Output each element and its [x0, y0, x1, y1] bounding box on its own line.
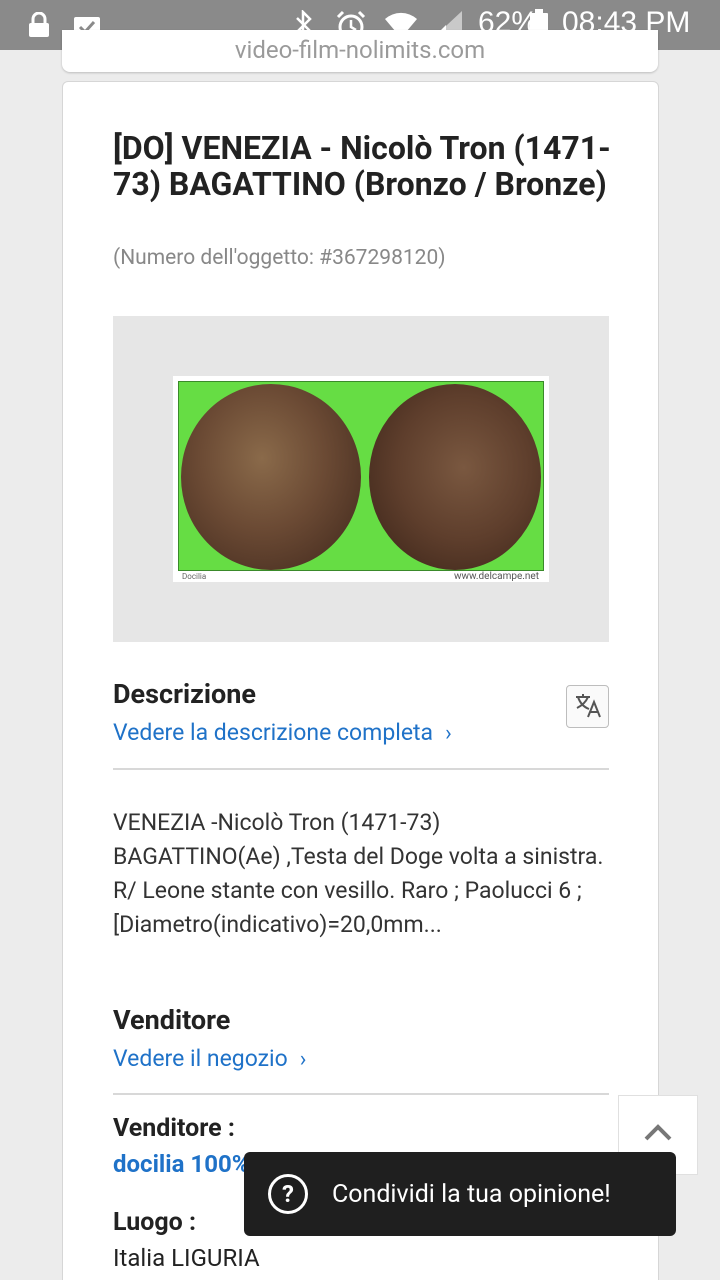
feedback-toast[interactable]: ? Condividi la tua opinione!: [244, 1152, 676, 1236]
coin-reverse-image: [369, 384, 541, 570]
seller-label: Venditore :: [113, 1114, 235, 1143]
previous-card: video-film-nolimits.com: [62, 30, 658, 72]
item-photo[interactable]: Docilia www.delcampe.net: [173, 376, 549, 582]
location-value: Italia LIGURIA: [113, 1244, 260, 1272]
description-text: VENEZIA -Nicolò Tron (1471-73) BAGATTINO…: [113, 809, 604, 938]
view-shop-link[interactable]: Vedere il negozio ›: [113, 1045, 306, 1072]
site-url: video-film-nolimits.com: [234, 36, 486, 64]
photo-watermark-right: www.delcampe.net: [453, 571, 539, 582]
question-icon: ?: [268, 1174, 308, 1214]
feedback-toast-label: Condividi la tua opinione!: [332, 1179, 611, 1209]
description-heading: Descrizione: [113, 678, 256, 710]
item-title: [DO] VENEZIA - Nicolò Tron (1471-73) BAG…: [113, 129, 611, 203]
translate-button[interactable]: [566, 685, 609, 728]
item-image-container[interactable]: Docilia www.delcampe.net: [113, 316, 609, 642]
photo-watermark-left: Docilia: [182, 572, 207, 581]
full-description-link[interactable]: Vedere la descrizione completa ›: [113, 719, 452, 746]
view-shop-link-label: Vedere il negozio: [113, 1045, 288, 1072]
translate-icon: [574, 692, 602, 722]
item-card: [DO] VENEZIA - Nicolò Tron (1471-73) BAG…: [62, 81, 659, 1280]
seller-heading: Venditore: [113, 1004, 231, 1036]
chevron-up-icon: [643, 1124, 673, 1146]
location-label: Luogo :: [113, 1208, 196, 1237]
seller-name-link[interactable]: docilia 100%: [113, 1150, 249, 1178]
chevron-right-icon: ›: [445, 721, 452, 746]
chevron-right-icon: ›: [299, 1047, 307, 1072]
photo-background: [178, 381, 544, 571]
divider: [113, 768, 609, 770]
full-description-link-label: Vedere la descrizione completa: [113, 719, 434, 746]
item-number: (Numero dell'oggetto: #367298120): [113, 246, 446, 270]
divider: [113, 1093, 609, 1095]
lock-icon: [22, 8, 56, 42]
coin-obverse-image: [181, 384, 361, 570]
